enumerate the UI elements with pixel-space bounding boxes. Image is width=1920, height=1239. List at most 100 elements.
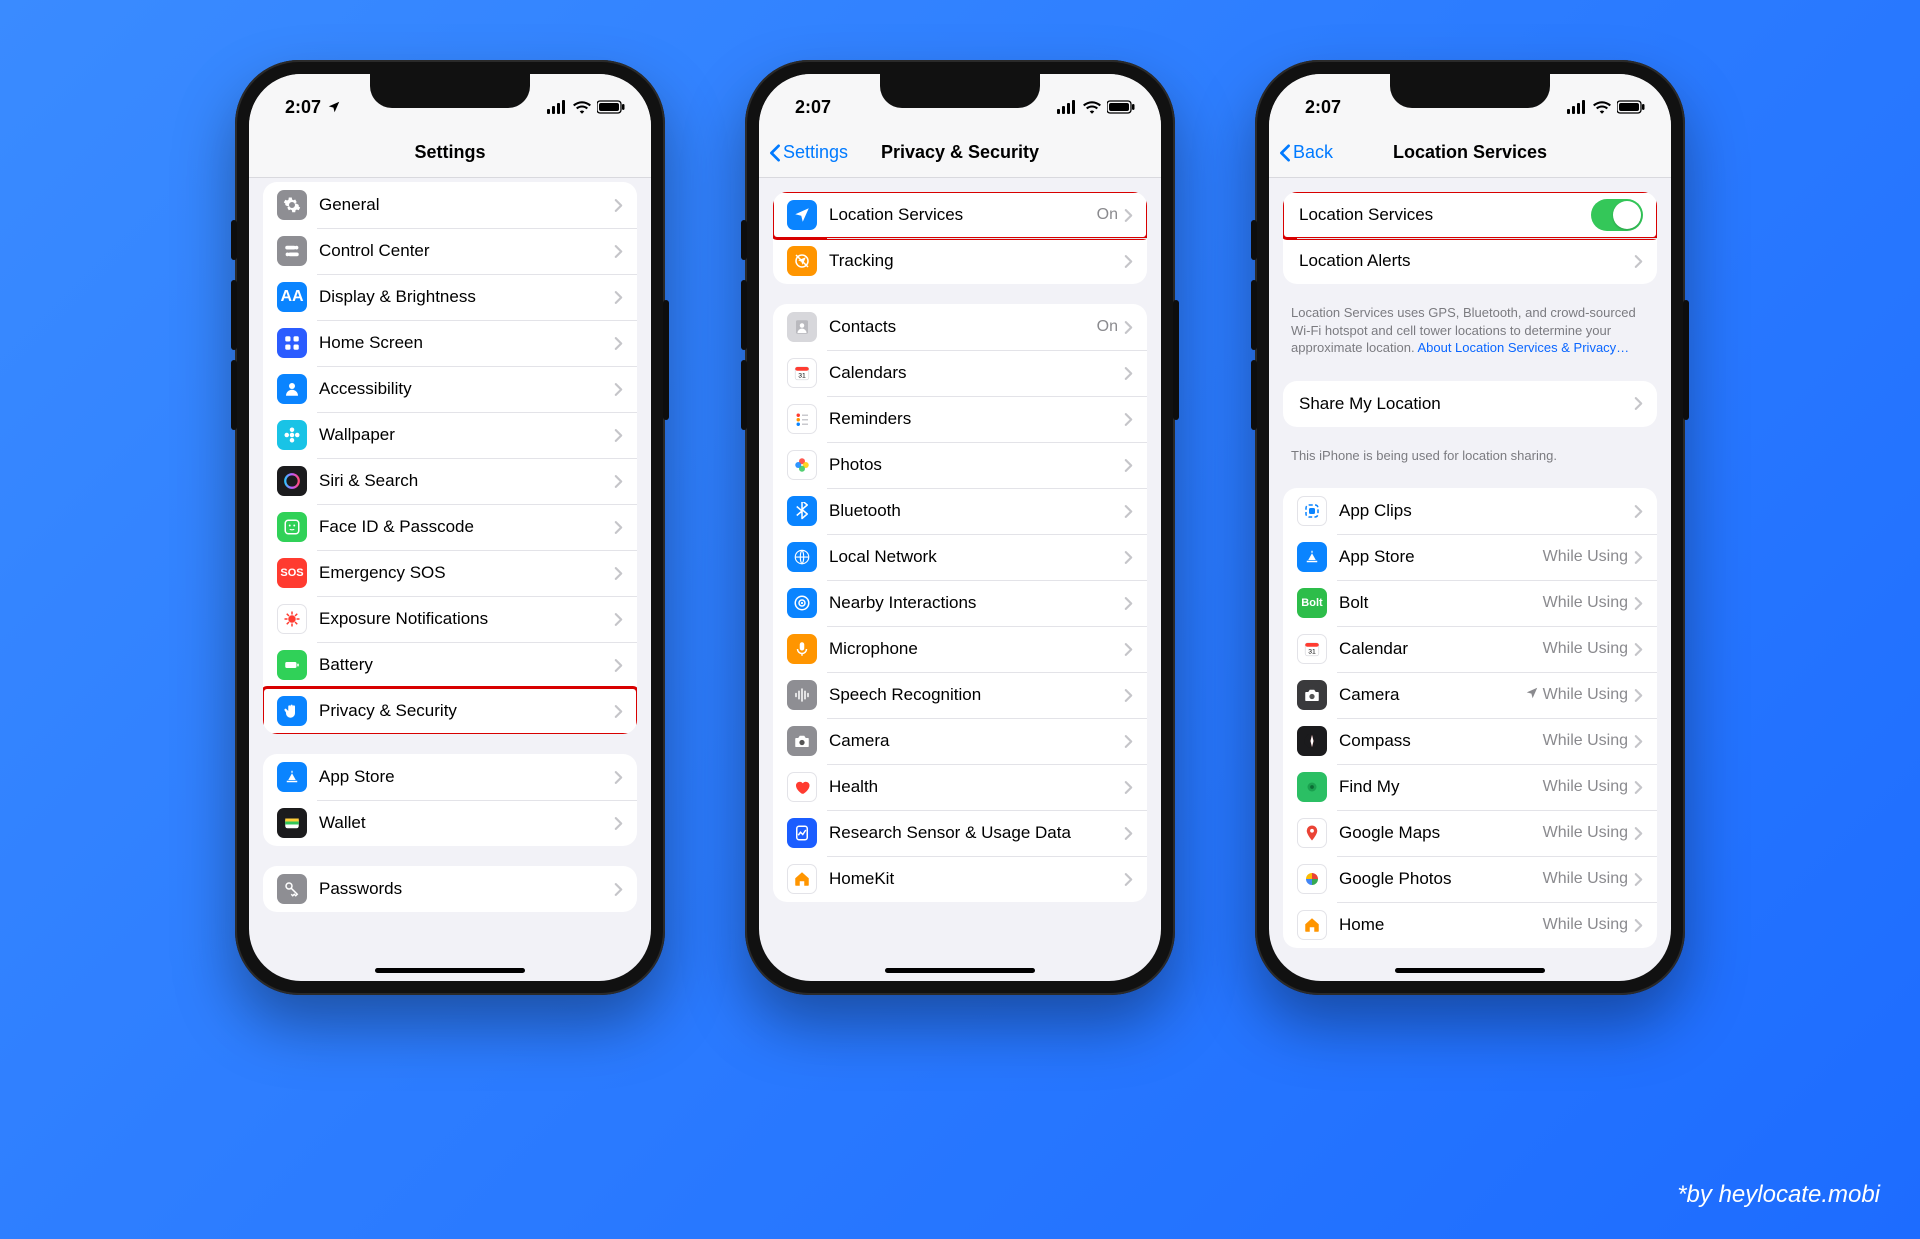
faceid-icon	[277, 512, 307, 542]
row-display-brightness[interactable]: AADisplay & Brightness	[263, 274, 637, 320]
privacy-link[interactable]: About Location Services & Privacy…	[1417, 340, 1629, 355]
home-indicator[interactable]	[1395, 968, 1545, 973]
wifi-icon	[1083, 100, 1101, 114]
row-detail: While Using	[1543, 548, 1628, 566]
row-tracking[interactable]: Tracking	[773, 238, 1147, 284]
row-bluetooth[interactable]: Bluetooth	[773, 488, 1147, 534]
row-homekit[interactable]: HomeKit	[773, 856, 1147, 902]
row-label: Battery	[319, 655, 614, 675]
row-reminders[interactable]: Reminders	[773, 396, 1147, 442]
back-button[interactable]: Back	[1279, 142, 1333, 163]
row-find-my[interactable]: Find MyWhile Using	[1283, 764, 1657, 810]
row-control-center[interactable]: Control Center	[263, 228, 637, 274]
row-speech-recognition[interactable]: Speech Recognition	[773, 672, 1147, 718]
row-exposure-notifications[interactable]: Exposure Notifications	[263, 596, 637, 642]
chevron-right-icon	[614, 336, 623, 351]
row-location-alerts[interactable]: Location Alerts	[1283, 238, 1657, 284]
row-nearby-interactions[interactable]: Nearby Interactions	[773, 580, 1147, 626]
calendar-icon: 31	[787, 358, 817, 388]
row-label: Find My	[1339, 777, 1543, 797]
row-accessibility[interactable]: Accessibility	[263, 366, 637, 412]
row-label: Research Sensor & Usage Data	[829, 823, 1124, 843]
notch	[1390, 74, 1550, 108]
location-footnote-1: Location Services uses GPS, Bluetooth, a…	[1269, 304, 1671, 367]
row-emergency-sos[interactable]: SOSEmergency SOS	[263, 550, 637, 596]
row-camera[interactable]: Camera	[773, 718, 1147, 764]
row-face-id-passcode[interactable]: Face ID & Passcode	[263, 504, 637, 550]
tracking-icon	[787, 246, 817, 276]
findmy-icon	[1297, 772, 1327, 802]
row-share-my-location[interactable]: Share My Location	[1283, 381, 1657, 427]
camera-icon	[787, 726, 817, 756]
home-indicator[interactable]	[885, 968, 1035, 973]
row-google-maps[interactable]: Google MapsWhile Using	[1283, 810, 1657, 856]
row-camera[interactable]: CameraWhile Using	[1283, 672, 1657, 718]
row-health[interactable]: Health	[773, 764, 1147, 810]
row-label: Share My Location	[1299, 394, 1634, 414]
row-calendars[interactable]: 31Calendars	[773, 350, 1147, 396]
row-compass[interactable]: CompassWhile Using	[1283, 718, 1657, 764]
row-bolt[interactable]: BoltBoltWhile Using	[1283, 580, 1657, 626]
row-detail: While Using	[1543, 916, 1628, 934]
chevron-right-icon	[614, 244, 623, 259]
phone-settings: 2:07 Settings GeneralControl CenterAADis…	[235, 60, 665, 995]
chevron-right-icon	[1634, 918, 1643, 933]
row-google-photos[interactable]: Google PhotosWhile Using	[1283, 856, 1657, 902]
bolt-icon: Bolt	[1297, 588, 1327, 618]
row-label: Wallet	[319, 813, 614, 833]
row-app-store[interactable]: App StoreWhile Using	[1283, 534, 1657, 580]
row-app-store[interactable]: App Store	[263, 754, 637, 800]
row-calendar[interactable]: 31CalendarWhile Using	[1283, 626, 1657, 672]
back-button[interactable]: Settings	[769, 142, 848, 163]
row-detail: While Using	[1543, 824, 1628, 842]
chevron-right-icon	[1634, 826, 1643, 841]
chevron-right-icon	[1124, 254, 1133, 269]
wallet-icon	[277, 808, 307, 838]
row-microphone[interactable]: Microphone	[773, 626, 1147, 672]
row-siri-search[interactable]: Siri & Search	[263, 458, 637, 504]
row-label: Siri & Search	[319, 471, 614, 491]
row-location-services[interactable]: Location ServicesOn	[773, 192, 1147, 238]
toggle-switch[interactable]	[1591, 199, 1643, 231]
row-passwords[interactable]: Passwords	[263, 866, 637, 912]
phone-location-services: 2:07 Back Location Services Location Ser…	[1255, 60, 1685, 995]
row-general[interactable]: General	[263, 182, 637, 228]
row-research-sensor-usage-data[interactable]: Research Sensor & Usage Data	[773, 810, 1147, 856]
nav-header: Settings	[249, 128, 651, 178]
row-app-clips[interactable]: App Clips	[1283, 488, 1657, 534]
row-privacy-security[interactable]: Privacy & Security	[263, 688, 637, 734]
chevron-right-icon	[614, 612, 623, 627]
chevron-right-icon	[1124, 688, 1133, 703]
chevron-right-icon	[614, 428, 623, 443]
gmaps-icon	[1297, 818, 1327, 848]
row-local-network[interactable]: Local Network	[773, 534, 1147, 580]
row-label: Health	[829, 777, 1124, 797]
nav-title: Settings	[261, 142, 639, 163]
row-label: Camera	[829, 731, 1124, 751]
row-label: Compass	[1339, 731, 1543, 751]
row-photos[interactable]: Photos	[773, 442, 1147, 488]
row-home-screen[interactable]: Home Screen	[263, 320, 637, 366]
row-label: Privacy & Security	[319, 701, 614, 721]
row-home[interactable]: HomeWhile Using	[1283, 902, 1657, 948]
virus-icon	[277, 604, 307, 634]
row-contacts[interactable]: ContactsOn	[773, 304, 1147, 350]
row-battery[interactable]: Battery	[263, 642, 637, 688]
chevron-right-icon	[614, 198, 623, 213]
network-icon	[787, 542, 817, 572]
chevron-right-icon	[1124, 458, 1133, 473]
row-location-services[interactable]: Location Services	[1283, 192, 1657, 238]
wifi-icon	[1593, 100, 1611, 114]
row-label: Emergency SOS	[319, 563, 614, 583]
row-label: Reminders	[829, 409, 1124, 429]
chevron-right-icon	[1634, 596, 1643, 611]
row-wallpaper[interactable]: Wallpaper	[263, 412, 637, 458]
chevron-right-icon	[1124, 504, 1133, 519]
row-wallet[interactable]: Wallet	[263, 800, 637, 846]
row-label: Display & Brightness	[319, 287, 614, 307]
siri-icon	[277, 466, 307, 496]
chevron-right-icon	[1634, 688, 1643, 703]
row-label: Exposure Notifications	[319, 609, 614, 629]
row-label: Google Photos	[1339, 869, 1543, 889]
home-indicator[interactable]	[375, 968, 525, 973]
